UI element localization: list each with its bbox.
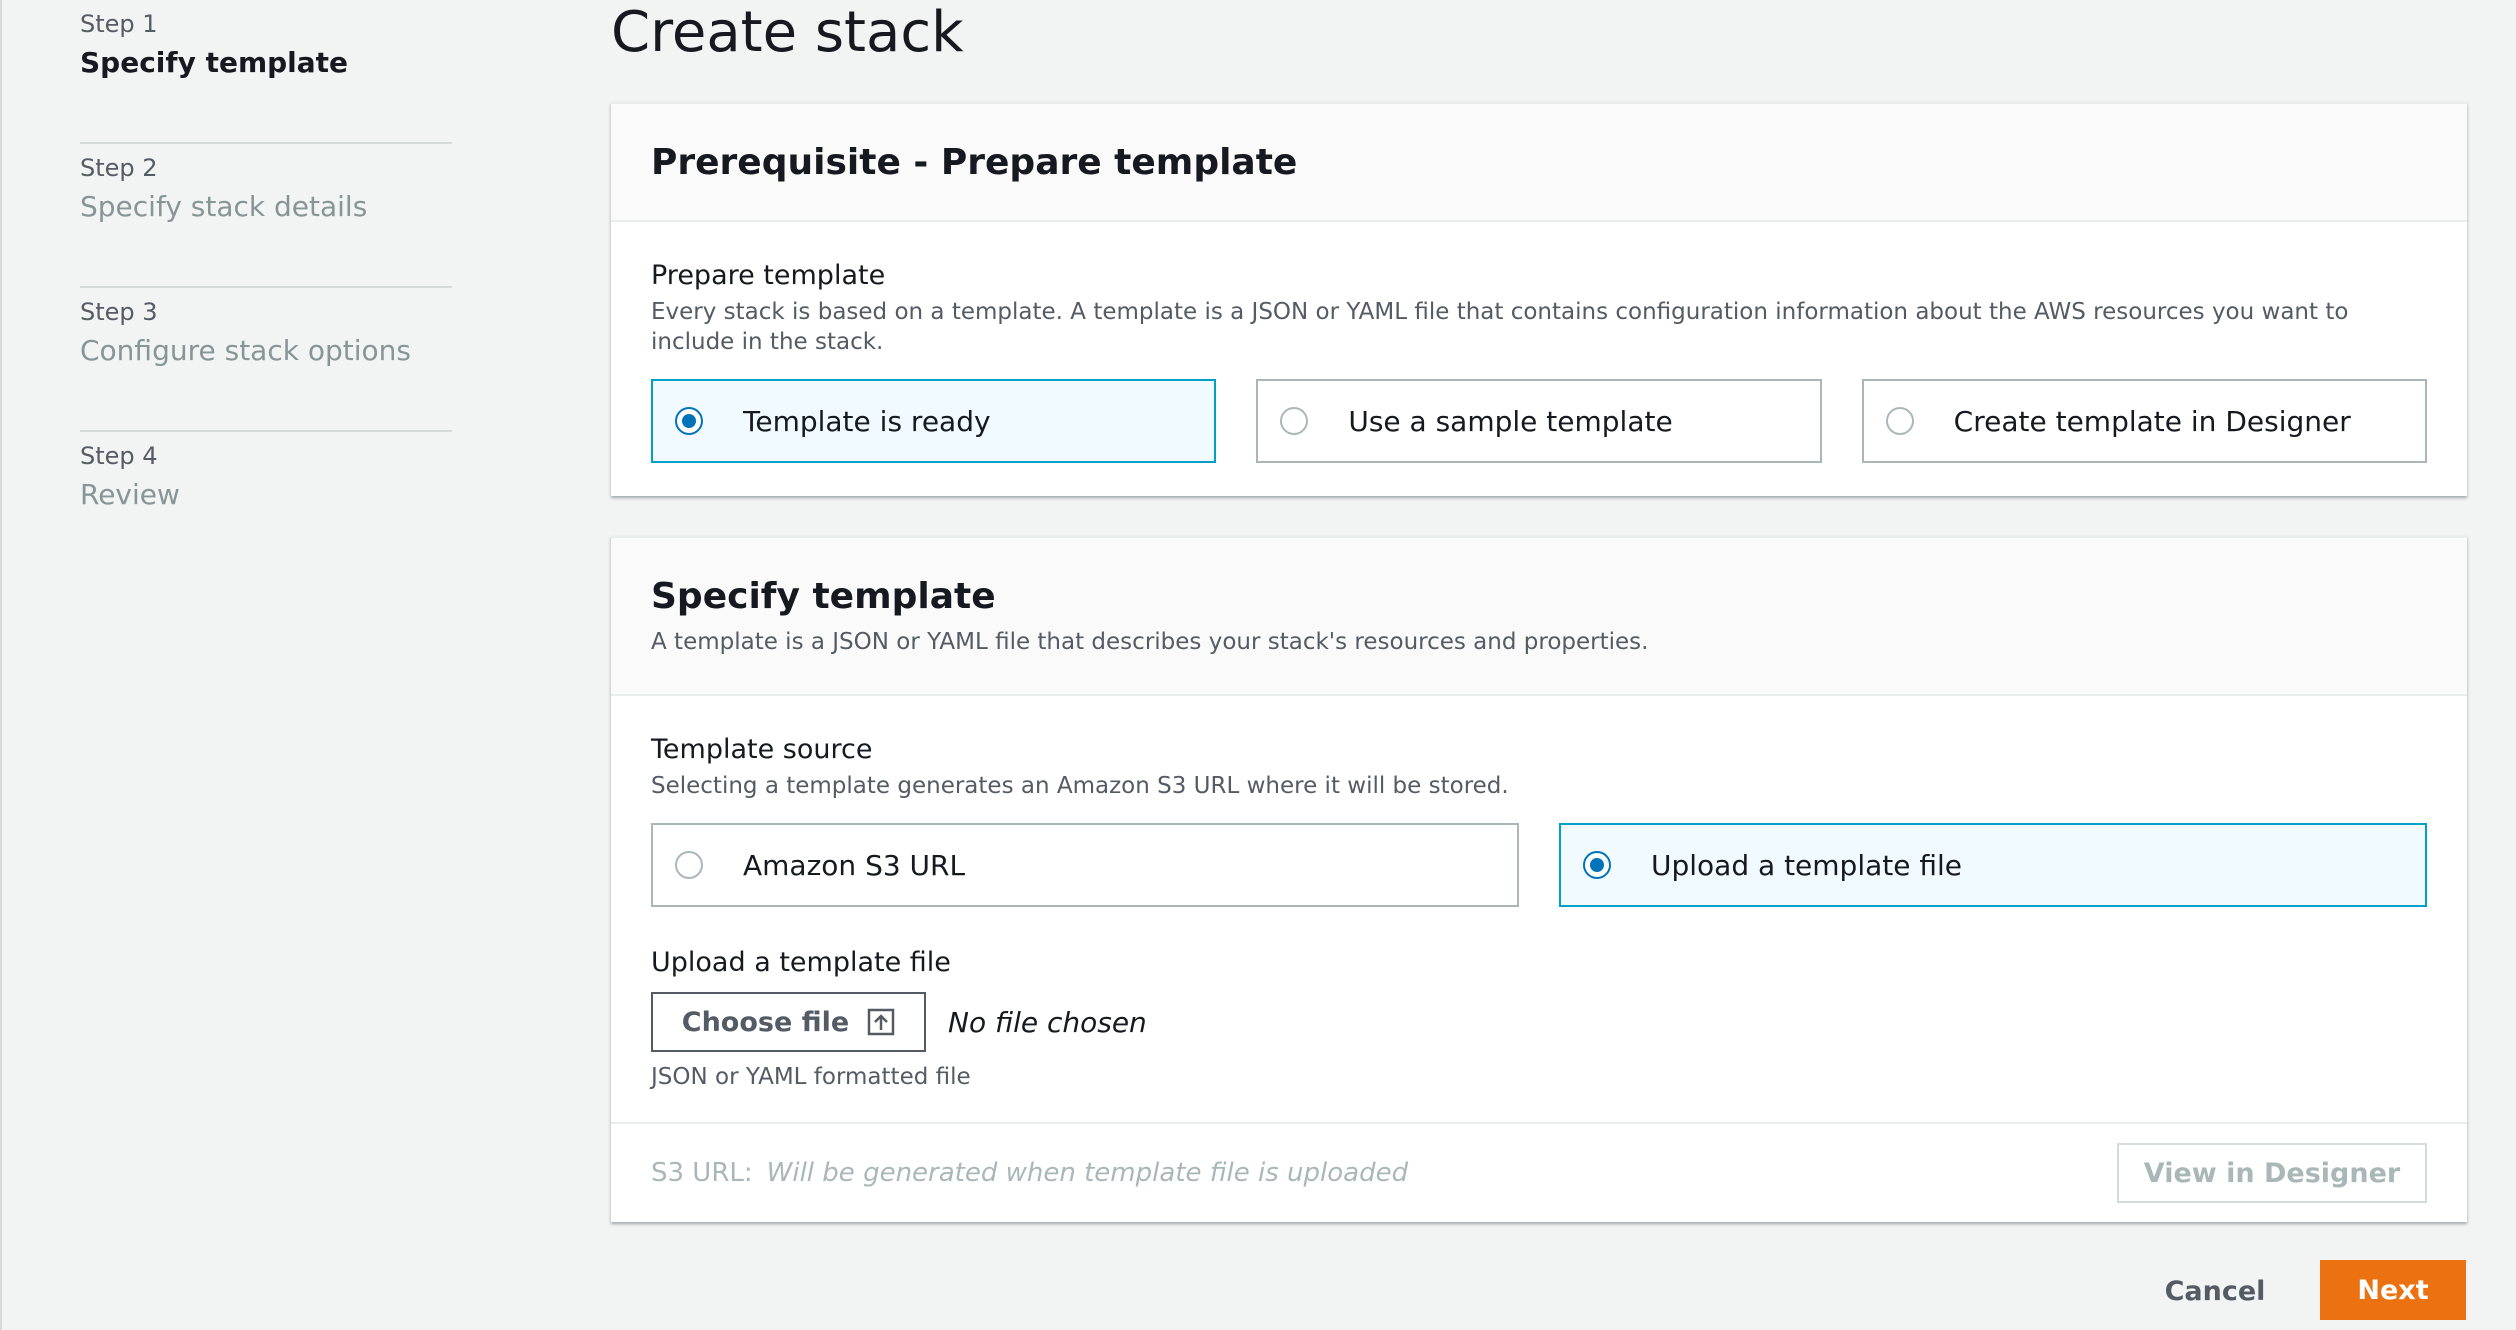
option-label: Upload a template file [1651,848,1963,882]
template-source-label: Template source [651,734,873,765]
step-title: Specify stack details [80,190,368,223]
choose-file-button[interactable]: Choose file [651,992,926,1052]
no-file-chosen-text: No file chosen [948,1005,1147,1039]
upload-row: Choose file No file chosen [651,992,2427,1052]
radio-button[interactable] [1280,407,1309,435]
upload-hint: JSON or YAML formatted file [651,1064,971,1090]
option-label: Create template in Designer [1953,404,2351,438]
option-upload-template-file[interactable]: Upload a template file [1559,823,2427,907]
step-2[interactable]: Step 2 Specify stack details [80,144,452,288]
left-edge-border [0,0,2,1330]
step-1[interactable]: Step 1 Specify template [80,0,452,144]
s3-url-row: S3 URL: Will be generated when template … [611,1122,2467,1222]
prerequisite-panel: Prerequisite - Prepare template Prepare … [611,102,2467,496]
panel-heading: Prerequisite - Prepare template [651,141,1298,183]
choose-file-label: Choose file [681,1006,850,1038]
radio-button[interactable] [1885,407,1914,435]
prepare-template-label: Prepare template [651,260,886,291]
panel-description: A template is a JSON or YAML file that d… [651,629,1649,655]
upload-file-label: Upload a template file [651,947,951,978]
upload-icon [868,1008,895,1036]
page-title: Create stack [611,0,964,65]
step-4[interactable]: Step 4 Review [80,432,452,576]
specify-template-panel-header: Specify template A template is a JSON or… [611,538,2467,696]
s3-url-label: S3 URL: [651,1158,753,1188]
panel-heading: Specify template [651,576,996,617]
view-in-designer-button[interactable]: View in Designer [2117,1143,2427,1203]
option-label: Amazon S3 URL [743,848,966,882]
cancel-button[interactable]: Cancel [2140,1262,2290,1320]
radio-button-checked[interactable] [1583,851,1611,879]
prerequisite-panel-header: Prerequisite - Prepare template [611,104,2467,222]
template-source-description: Selecting a template generates an Amazon… [651,773,1509,799]
radio-button[interactable] [675,851,703,879]
s3-url-value: Will be generated when template file is … [766,1158,1409,1188]
wizard-steps: Step 1 Specify template Step 2 Specify s… [80,0,452,576]
step-title: Review [80,478,180,511]
step-3[interactable]: Step 3 Configure stack options [80,288,452,432]
step-number: Step 1 [80,10,158,38]
prepare-template-description: Every stack is based on a template. A te… [651,299,2349,355]
step-number: Step 2 [80,154,158,182]
step-title: Specify template [80,46,349,79]
option-label: Template is ready [743,404,991,438]
next-button[interactable]: Next [2320,1260,2466,1320]
option-amazon-s3-url[interactable]: Amazon S3 URL [651,823,1519,907]
option-template-is-ready[interactable]: Template is ready [651,379,1217,463]
step-title: Configure stack options [80,334,411,367]
option-create-in-designer[interactable]: Create template in Designer [1861,379,2427,463]
step-number: Step 3 [80,298,158,326]
create-stack-page: Step 1 Specify template Step 2 Specify s… [0,0,2516,1330]
prerequisite-panel-body: Prepare template Every stack is based on… [611,222,2467,463]
radio-button-checked[interactable] [675,407,703,435]
specify-template-panel-body: Template source Selecting a template gen… [611,696,2467,1090]
prepare-template-options: Template is ready Use a sample template … [651,379,2427,463]
step-number: Step 4 [80,442,158,470]
template-source-options: Amazon S3 URL Upload a template file [651,823,2427,907]
option-label: Use a sample template [1348,404,1673,438]
specify-template-panel: Specify template A template is a JSON or… [611,536,2467,1222]
option-use-sample-template[interactable]: Use a sample template [1256,379,1822,463]
